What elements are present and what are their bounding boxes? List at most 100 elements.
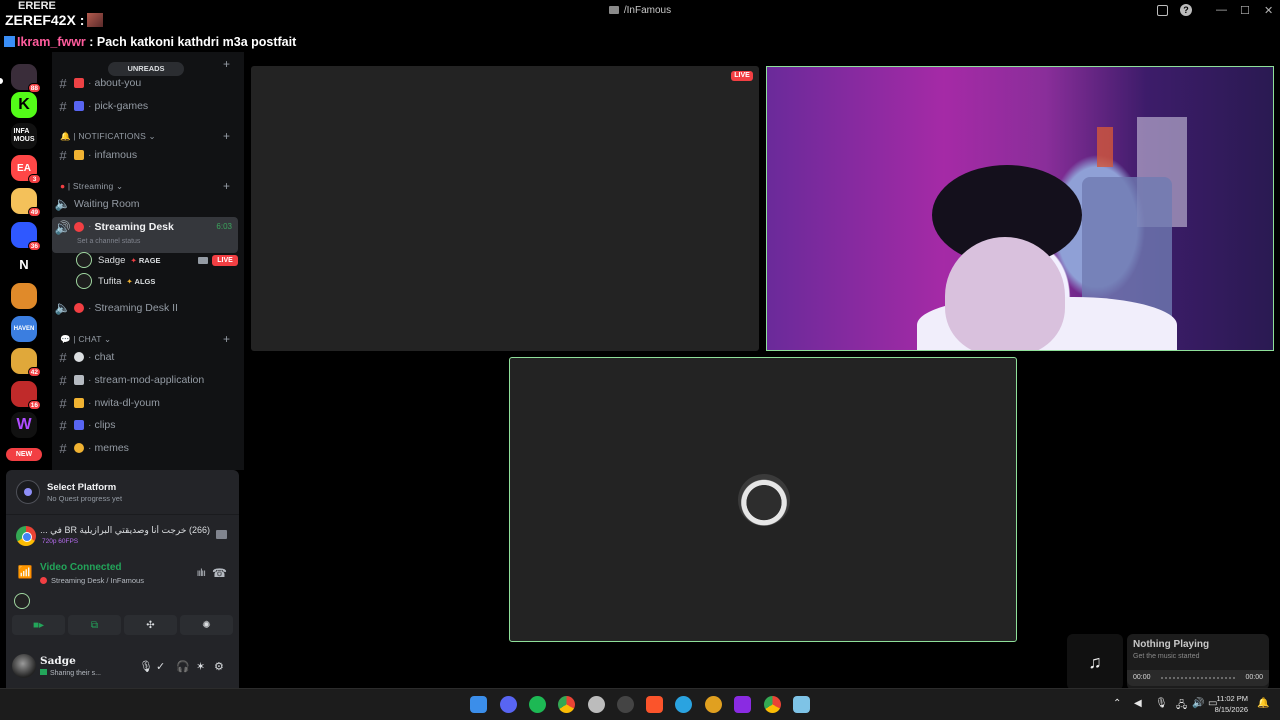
mic-icon[interactable]: 🎙: [139, 660, 153, 673]
gamepad-icon: [74, 101, 84, 111]
camera-button[interactable]: ■▸: [12, 615, 65, 635]
soundboard-button[interactable]: ✺: [180, 615, 233, 635]
channel-pick-games[interactable]: # · pick-games: [52, 96, 238, 116]
maximize-button[interactable]: ☐: [1240, 4, 1250, 17]
laugh-icon: [74, 443, 84, 453]
record-icon: [40, 577, 47, 584]
server-icon[interactable]: 88: [11, 64, 41, 93]
chrome-icon[interactable]: [764, 696, 781, 713]
infamous-icon[interactable]: INFA MOUS: [11, 123, 37, 149]
kick-icon[interactable]: K: [11, 92, 37, 118]
server-icon[interactable]: 16: [11, 381, 41, 410]
help-icon[interactable]: ?: [1180, 4, 1192, 16]
avatar: [76, 252, 92, 268]
add-channel-icon[interactable]: +: [223, 57, 230, 71]
disconnect-icon[interactable]: ☎: [212, 566, 227, 580]
close-button[interactable]: ✕: [1264, 4, 1273, 17]
hash-icon: #: [59, 349, 67, 365]
mic-icon[interactable]: 🎙: [1155, 698, 1168, 709]
crown-icon: [74, 398, 84, 408]
telegram-icon[interactable]: [675, 696, 692, 713]
server-icon[interactable]: 42: [11, 348, 41, 377]
overlay-username: ZEREF42X :: [5, 12, 104, 28]
discord-icon[interactable]: [500, 696, 517, 713]
app-icon[interactable]: [617, 696, 634, 713]
spotify-icon[interactable]: [529, 696, 546, 713]
channel-nwita-dl-youm[interactable]: # · nwita-dl-youm: [52, 393, 238, 413]
new-badge[interactable]: NEW: [6, 448, 42, 461]
add-channel-icon[interactable]: +: [223, 332, 230, 346]
headset-icon[interactable]: 🎧: [176, 660, 190, 673]
channel-streaming-desk-2[interactable]: 🔈 · Streaming Desk II: [52, 298, 238, 318]
channel-streaming-desk[interactable]: 🔊 · Streaming Desk Set a channel status …: [52, 217, 238, 253]
user-avatar[interactable]: [12, 654, 36, 678]
music-note-icon[interactable]: ♫: [1067, 634, 1123, 690]
quest-panel[interactable]: Select Platform No Quest progress yet: [6, 470, 239, 514]
add-channel-icon[interactable]: +: [223, 129, 230, 143]
category-notifications[interactable]: 🔔 | NOTIFICATIONS ⌄: [60, 131, 156, 142]
soundboard-icon[interactable]: ıılıı: [197, 568, 206, 579]
voice-user-tufita[interactable]: Tufita ✦ ALGS: [76, 271, 155, 291]
user-tile[interactable]: [509, 357, 1017, 642]
haven-icon[interactable]: HAVEN: [11, 316, 37, 342]
signal-icon[interactable]: 📶: [16, 565, 34, 583]
music-progress[interactable]: 00:00 00:00: [1127, 670, 1269, 686]
stream-tile-empty[interactable]: LIVE: [251, 66, 759, 351]
add-channel-icon[interactable]: +: [223, 179, 230, 193]
hash-icon: #: [59, 440, 67, 456]
network-icon[interactable]: 🖧: [1176, 698, 1187, 715]
chevron-up-icon[interactable]: ⌃: [1113, 698, 1121, 709]
live-badge: LIVE: [731, 71, 753, 81]
quest-icon: [16, 480, 40, 504]
avatar[interactable]: [14, 593, 30, 609]
hash-icon: #: [59, 395, 67, 411]
brave-icon[interactable]: [646, 696, 663, 713]
chrome-icon: [16, 526, 36, 546]
voice-user-sadge[interactable]: Sadge ✦ RAGE: [76, 250, 161, 270]
badge-icon: [4, 36, 15, 47]
record-icon: [74, 222, 84, 232]
app-icon[interactable]: [793, 696, 810, 713]
check-icon[interactable]: ✓: [156, 660, 165, 673]
ea-icon[interactable]: EA 3: [11, 155, 41, 184]
screen-share-button[interactable]: ⧉: [68, 615, 121, 635]
obs-icon[interactable]: [588, 696, 605, 713]
channel-stream-mod-application[interactable]: # · stream-mod-application: [52, 370, 238, 390]
music-widget[interactable]: Nothing Playing Get the music started 00…: [1127, 634, 1269, 690]
channel-clips[interactable]: # · clips: [52, 415, 238, 435]
bell-icon: 🔔: [60, 131, 71, 141]
minimize-button[interactable]: —: [1216, 4, 1227, 16]
channel-waiting-room[interactable]: 🔈 Waiting Room: [52, 194, 238, 214]
app-icon[interactable]: [734, 696, 751, 713]
server-icon[interactable]: [11, 283, 37, 309]
emote-icon: [87, 13, 104, 27]
server-icon[interactable]: 36: [11, 222, 41, 251]
stop-stream-icon[interactable]: [216, 530, 227, 539]
category-streaming[interactable]: ● | Streaming ⌄: [60, 181, 123, 192]
camera-tile[interactable]: [766, 66, 1274, 351]
volume-icon[interactable]: 🔊: [1192, 698, 1204, 709]
speaker-icon: 🔈: [54, 300, 72, 315]
chat-icon: 💬: [60, 334, 71, 344]
clock[interactable]: 11:02 PM 8/15/2026: [1215, 693, 1248, 715]
channel-status[interactable]: Set a channel status: [77, 238, 140, 245]
avatar: [738, 474, 790, 526]
gear-icon[interactable]: ⚙: [214, 660, 224, 673]
n-icon[interactable]: N: [11, 251, 37, 277]
app-icon[interactable]: [705, 696, 722, 713]
start-icon[interactable]: [470, 696, 487, 713]
chrome-icon[interactable]: [558, 696, 575, 713]
channel-memes[interactable]: # · memes: [52, 438, 238, 458]
category-chat[interactable]: 💬 | CHAT ⌄: [60, 334, 111, 345]
w-icon[interactable]: W: [11, 412, 37, 438]
channel-chat[interactable]: # · chat: [52, 347, 238, 367]
channel-about-you[interactable]: # · about-you: [52, 73, 238, 93]
inbox-icon[interactable]: [1157, 5, 1168, 16]
notification-icon[interactable]: 🔔: [1257, 698, 1269, 709]
channel-infamous[interactable]: # · infamous: [52, 145, 238, 165]
activities-button[interactable]: ✣: [124, 615, 177, 635]
server-icon[interactable]: 49: [11, 188, 41, 217]
activity-row[interactable]: (266) خرجت أنا وصديقتي البرازيلية BR في …: [14, 523, 231, 549]
user-bar: Sadge Sharing their s... 🎙 ✓ 🎧 ✶ ⚙: [6, 648, 239, 688]
app-tray-icon[interactable]: ◀: [1134, 698, 1142, 709]
